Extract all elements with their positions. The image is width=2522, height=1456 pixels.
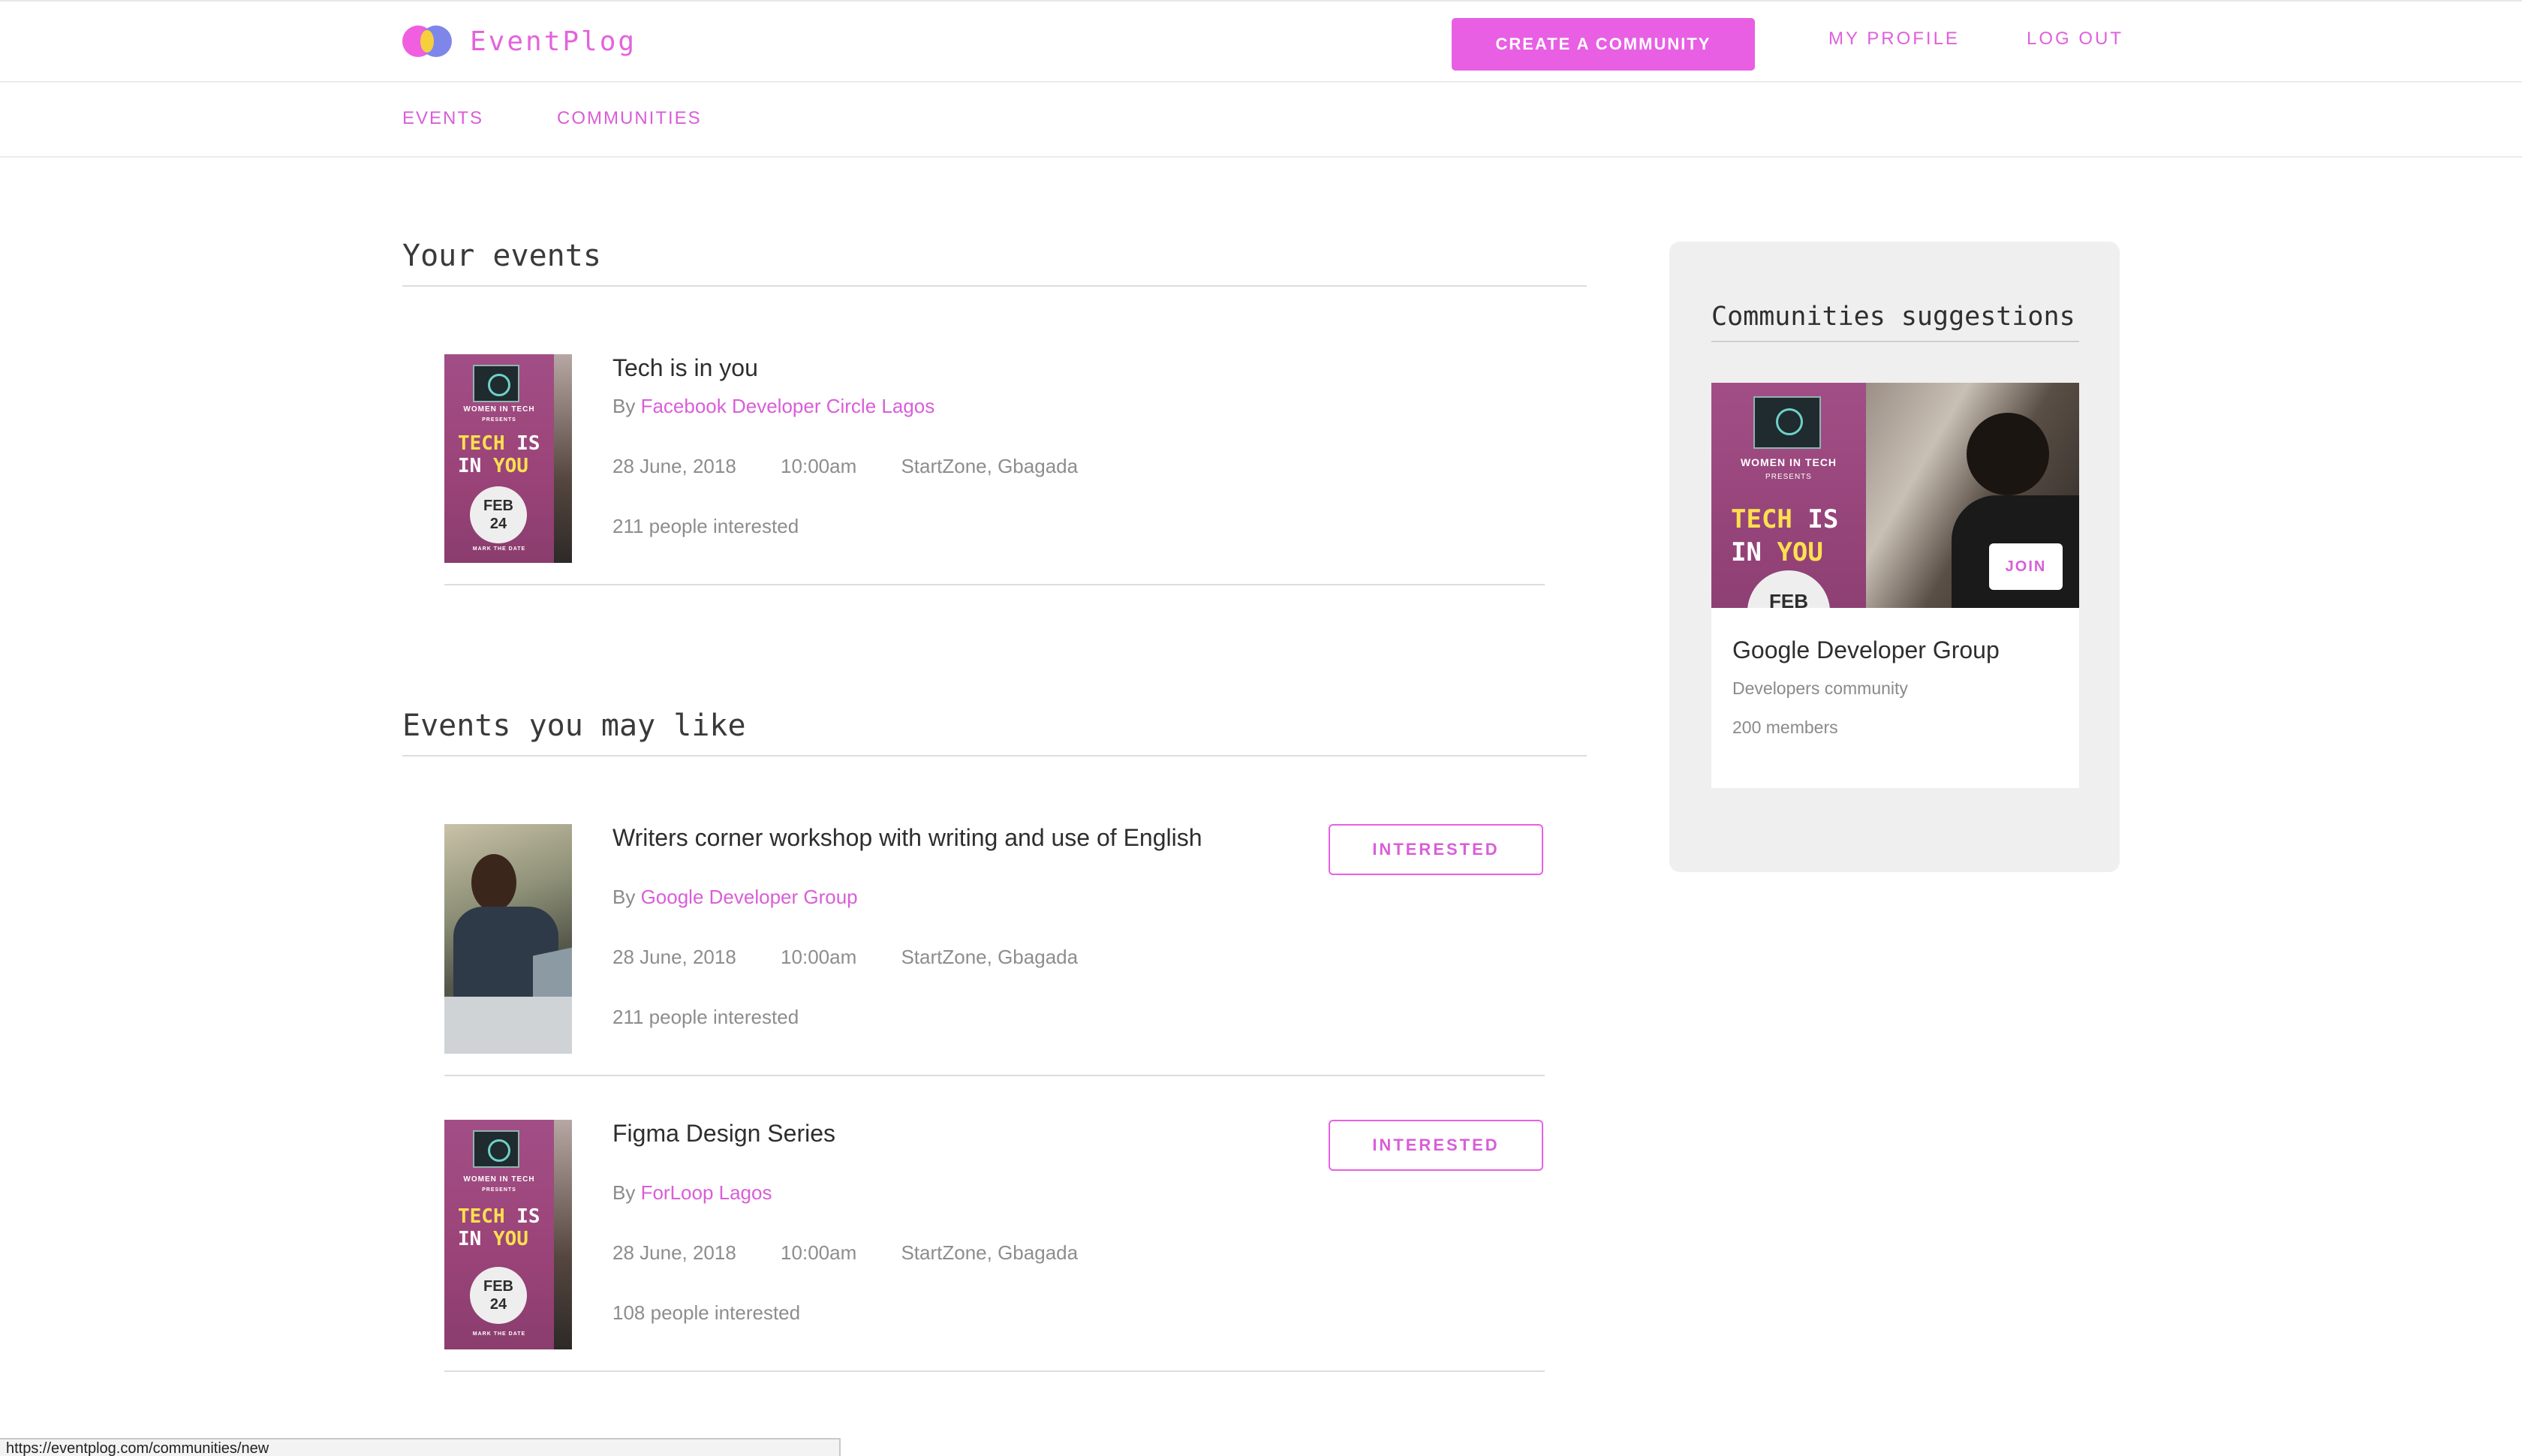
- event-photo-thumbnail[interactable]: [444, 824, 572, 1054]
- poster-image: WOMEN IN TECH PRESENTS TECH IS IN YOU FE…: [444, 354, 572, 563]
- secondary-navigation: EVENTS COMMUNITIES: [0, 83, 2522, 158]
- community-logo-icon: [473, 365, 519, 402]
- organizer-link[interactable]: Google Developer Group: [641, 886, 858, 908]
- browser-status-bar-url: https://eventplog.com/communities/new: [0, 1438, 841, 1456]
- event-time: 10:00am: [781, 455, 857, 477]
- log-out-link[interactable]: LOG OUT: [2027, 29, 2123, 50]
- poster-date-badge: FEB 24: [470, 1267, 527, 1324]
- event-interested-count: 211 people interested: [612, 515, 799, 537]
- organizer-link[interactable]: Facebook Developer Circle Lagos: [641, 395, 935, 417]
- event-title[interactable]: Tech is in you: [612, 354, 758, 382]
- app-name: EventPlog: [470, 26, 637, 57]
- nav-events-link[interactable]: EVENTS: [402, 108, 483, 129]
- event-meta: 28 June, 2018 10:00am StartZone, Gbagada: [612, 455, 1078, 478]
- event-interested-count: 108 people interested: [612, 1301, 801, 1324]
- community-cover-image[interactable]: WOMEN IN TECH PRESENTS TECH IS IN YOU FE…: [1711, 383, 2079, 608]
- event-time: 10:00am: [781, 1241, 857, 1264]
- poster-image: WOMEN IN TECH PRESENTS TECH IS IN YOU FE…: [444, 1120, 572, 1349]
- communities-suggestions-panel: Communities suggestions WOMEN IN TECH PR…: [1669, 242, 2120, 872]
- event-title[interactable]: Figma Design Series: [612, 1120, 835, 1148]
- community-card[interactable]: WOMEN IN TECH PRESENTS TECH IS IN YOU FE…: [1711, 383, 2079, 788]
- organizer-link[interactable]: ForLoop Lagos: [641, 1181, 772, 1204]
- communities-suggestions-heading: Communities suggestions: [1711, 302, 2079, 342]
- logo-icon: [402, 26, 452, 57]
- my-profile-link[interactable]: MY PROFILE: [1828, 29, 1960, 50]
- events-you-may-like-heading: Events you may like: [402, 708, 1587, 757]
- event-title[interactable]: Writers corner workshop with writing and…: [612, 824, 1202, 852]
- event-location: StartZone, Gbagada: [901, 1241, 1079, 1264]
- event-meta: 28 June, 2018 10:00am StartZone, Gbagada: [612, 946, 1078, 969]
- create-community-button[interactable]: CREATE A COMMUNITY: [1452, 18, 1755, 71]
- your-events-heading: Your events: [402, 239, 1587, 287]
- event-date: 28 June, 2018: [612, 455, 736, 477]
- event-organizer-line: By Google Developer Group: [612, 886, 858, 908]
- community-member-count: 200 members: [1732, 717, 1838, 737]
- community-name[interactable]: Google Developer Group: [1732, 636, 2000, 664]
- event-item[interactable]: Writers corner workshop with writing and…: [444, 824, 1545, 1076]
- event-poster-thumbnail[interactable]: WOMEN IN TECH PRESENTS TECH IS IN YOU FE…: [444, 354, 572, 563]
- top-navigation-bar: EventPlog CREATE A COMMUNITY MY PROFILE …: [0, 0, 2522, 83]
- event-date: 28 June, 2018: [612, 946, 736, 968]
- app-logo[interactable]: EventPlog: [402, 23, 637, 60]
- event-time: 10:00am: [781, 946, 857, 968]
- event-photo: [444, 824, 572, 1054]
- nav-communities-link[interactable]: COMMUNITIES: [557, 108, 702, 129]
- community-logo-icon: [1753, 396, 1821, 449]
- event-date: 28 June, 2018: [612, 1241, 736, 1264]
- event-poster-thumbnail[interactable]: WOMEN IN TECH PRESENTS TECH IS IN YOU FE…: [444, 1120, 572, 1349]
- event-location: StartZone, Gbagada: [901, 946, 1079, 968]
- interested-button[interactable]: INTERESTED: [1329, 1120, 1543, 1171]
- event-item[interactable]: WOMEN IN TECH PRESENTS TECH IS IN YOU FE…: [444, 354, 1545, 585]
- community-description: Developers community: [1732, 678, 1908, 698]
- event-organizer-line: By Facebook Developer Circle Lagos: [612, 395, 935, 417]
- join-button[interactable]: JOIN: [1989, 543, 2063, 590]
- event-meta: 28 June, 2018 10:00am StartZone, Gbagada: [612, 1241, 1078, 1265]
- interested-button[interactable]: INTERESTED: [1329, 824, 1543, 875]
- event-item[interactable]: WOMEN IN TECH PRESENTS TECH IS IN YOU FE…: [444, 1120, 1545, 1372]
- poster-date-badge: FEB 24: [470, 486, 527, 543]
- community-logo-icon: [473, 1130, 519, 1168]
- event-location: StartZone, Gbagada: [901, 455, 1079, 477]
- event-interested-count: 211 people interested: [612, 1006, 799, 1028]
- event-organizer-line: By ForLoop Lagos: [612, 1181, 772, 1204]
